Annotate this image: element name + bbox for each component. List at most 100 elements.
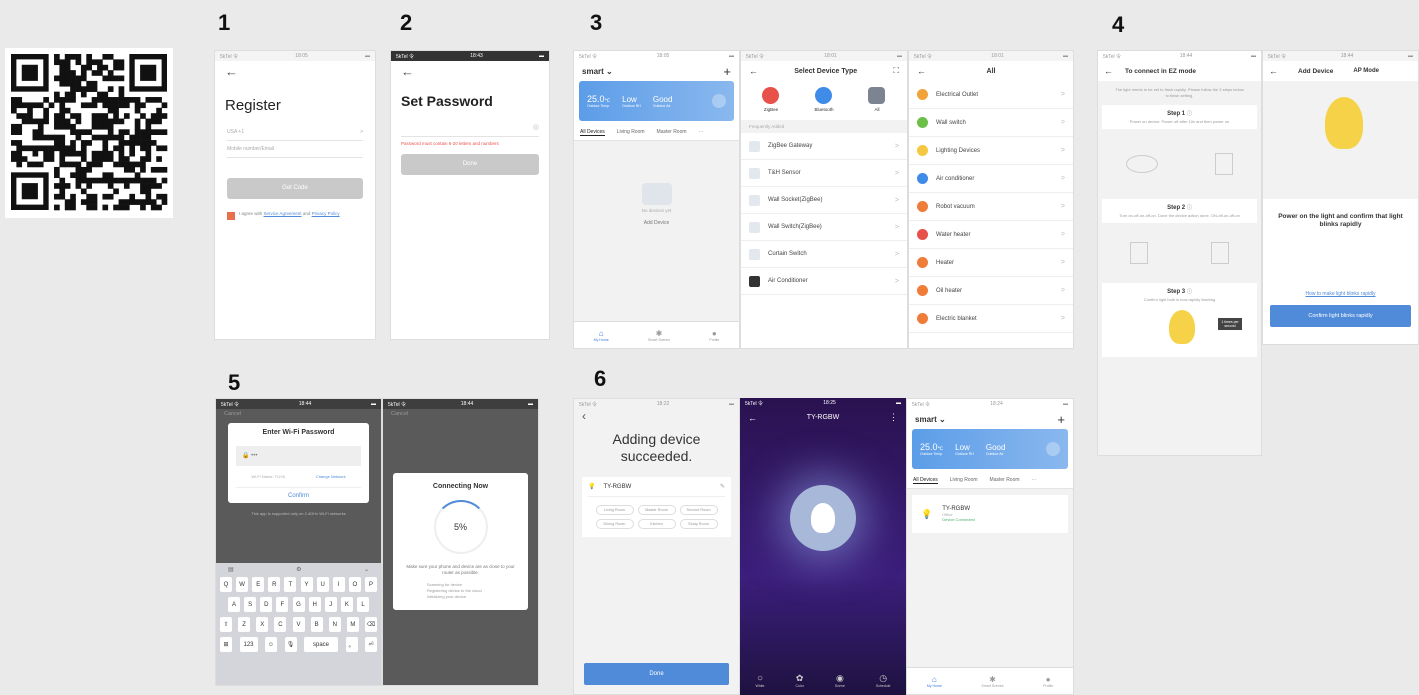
- agree-checkbox[interactable]: [227, 212, 235, 220]
- confirm-blinks-button[interactable]: Confirm light blinks rapidly: [1270, 305, 1411, 327]
- change-network-link[interactable]: Change Network: [316, 474, 346, 479]
- nav-scene[interactable]: ◉ Scene: [835, 673, 845, 688]
- keyboard-key[interactable]: G: [292, 597, 305, 612]
- keyboard-key[interactable]: S: [244, 597, 257, 612]
- device-category-item[interactable]: Electric blanket >: [909, 305, 1073, 333]
- device-category-item[interactable]: Robot vacuum >: [909, 193, 1073, 221]
- menu-icon[interactable]: ⋮: [889, 412, 898, 423]
- keyboard-key[interactable]: D: [260, 597, 273, 612]
- collapse-icon[interactable]: ⌄: [364, 566, 369, 573]
- device-category-item[interactable]: Oil heater >: [909, 277, 1073, 305]
- keyboard-key[interactable]: Q: [220, 577, 232, 592]
- keyboard-tool-icon[interactable]: ▤: [228, 566, 234, 573]
- nav-home[interactable]: ⌂ My Home: [594, 329, 609, 342]
- get-code-button[interactable]: Get Code: [227, 178, 363, 199]
- privacy-policy-link[interactable]: Privacy Policy: [312, 211, 340, 216]
- room-chip[interactable]: Dining Room: [595, 519, 634, 529]
- scan-icon[interactable]: ⛶: [893, 66, 899, 76]
- keyboard-key[interactable]: 🎙: [284, 637, 297, 652]
- keyboard-key[interactable]: R: [268, 577, 281, 592]
- keyboard-key[interactable]: 123: [239, 637, 258, 652]
- keyboard-key[interactable]: A: [228, 597, 240, 612]
- room-chip[interactable]: Study Room: [679, 519, 718, 529]
- device-type-item[interactable]: T&H Sensor >: [741, 160, 907, 187]
- keyboard-key[interactable]: ⇧: [220, 617, 232, 632]
- back-icon[interactable]: ←: [748, 413, 757, 423]
- tab-master-room[interactable]: Master Room: [990, 477, 1020, 484]
- keyboard-key[interactable]: J: [324, 597, 337, 612]
- device-type-item[interactable]: Air Conditioner >: [741, 268, 907, 295]
- protocol-all[interactable]: All: [868, 87, 886, 112]
- tab-master-room[interactable]: Master Room: [657, 129, 687, 136]
- tab-living-room[interactable]: Living Room: [950, 477, 978, 484]
- device-category-item[interactable]: Air conditioner >: [909, 165, 1073, 193]
- keyboard-key[interactable]: C: [274, 617, 287, 632]
- country-selector[interactable]: USA +1 >: [227, 124, 363, 141]
- protocol-zigbee[interactable]: ZigBee: [762, 87, 780, 112]
- tab-living-room[interactable]: Living Room: [617, 129, 645, 136]
- eye-icon[interactable]: ◎: [533, 123, 539, 136]
- keyboard-key[interactable]: H: [308, 597, 321, 612]
- back-icon[interactable]: ←: [1104, 66, 1113, 76]
- keyboard-key[interactable]: space: [304, 637, 338, 652]
- keyboard-key[interactable]: Z: [238, 617, 251, 632]
- keyboard-key[interactable]: M: [346, 617, 359, 632]
- keyboard-key[interactable]: ⊞: [220, 637, 232, 652]
- add-icon[interactable]: +: [723, 64, 731, 79]
- back-icon[interactable]: ←: [1269, 66, 1278, 76]
- keyboard-key[interactable]: O: [348, 577, 361, 592]
- nav-schedule[interactable]: ◷ Schedule: [876, 673, 891, 688]
- device-category-item[interactable]: Electrical Outlet >: [909, 81, 1073, 109]
- help-link[interactable]: How to make light blinks rapidly: [1263, 291, 1418, 297]
- keyboard-key[interactable]: U: [316, 577, 329, 592]
- room-chip[interactable]: Living Room: [595, 505, 634, 515]
- confirm-button[interactable]: Confirm: [236, 487, 361, 499]
- nav-color[interactable]: ✿ Color: [796, 673, 804, 688]
- keyboard-key[interactable]: I: [332, 577, 345, 592]
- password-field[interactable]: 🔒 •••: [236, 446, 361, 466]
- protocol-bluetooth[interactable]: Bluetooth: [814, 87, 833, 112]
- tab-all-devices[interactable]: All Devices: [580, 129, 605, 136]
- device-card[interactable]: 💡 TY-RGBW Office Device Connected: [912, 495, 1068, 533]
- cancel-button[interactable]: Cancel: [383, 409, 538, 419]
- device-type-item[interactable]: Wall Socket(ZigBee) >: [741, 187, 907, 214]
- add-device-button[interactable]: Add Device: [574, 220, 739, 226]
- device-type-item[interactable]: Wall Switch(ZigBee) >: [741, 214, 907, 241]
- back-icon[interactable]: ←: [215, 61, 375, 83]
- room-chip[interactable]: Kitchen: [637, 519, 676, 529]
- keyboard-key[interactable]: 。: [345, 637, 358, 652]
- keyboard-key[interactable]: X: [256, 617, 269, 632]
- nav-home[interactable]: ⌂ My Home: [927, 675, 942, 688]
- home-selector[interactable]: smart ⌄: [582, 67, 613, 76]
- keyboard-key[interactable]: L: [357, 597, 369, 612]
- power-toggle[interactable]: [790, 485, 856, 551]
- keyboard-key[interactable]: B: [310, 617, 323, 632]
- keyboard-key[interactable]: ☺: [265, 637, 277, 652]
- keyboard-key[interactable]: P: [364, 577, 377, 592]
- nav-scenes[interactable]: ✱ Smart Scenes: [648, 329, 670, 342]
- add-icon[interactable]: +: [1057, 412, 1065, 427]
- home-selector[interactable]: smart ⌄: [915, 415, 946, 424]
- nav-scenes[interactable]: ✱ Smart Scenes: [982, 675, 1004, 688]
- device-category-item[interactable]: Heater >: [909, 249, 1073, 277]
- device-category-item[interactable]: Lighting Devices >: [909, 137, 1073, 165]
- device-category-item[interactable]: Wall switch >: [909, 109, 1073, 137]
- device-type-item[interactable]: ZigBee Gateway >: [741, 133, 907, 160]
- back-icon[interactable]: ←: [391, 61, 549, 83]
- keyboard-key[interactable]: W: [236, 577, 249, 592]
- service-agreement-link[interactable]: Service Agreement: [264, 211, 302, 216]
- back-icon[interactable]: ←: [749, 66, 758, 76]
- room-chip[interactable]: Second Room: [679, 505, 718, 515]
- edit-icon[interactable]: ✎: [720, 483, 725, 490]
- keyboard-key[interactable]: ⌫: [365, 617, 377, 632]
- keyboard-key[interactable]: T: [284, 577, 297, 592]
- back-icon[interactable]: ‹: [574, 409, 739, 423]
- keyboard-key[interactable]: Y: [300, 577, 313, 592]
- keyboard-key[interactable]: N: [328, 617, 341, 632]
- nav-profile[interactable]: ● Profile: [1043, 675, 1053, 688]
- ap-mode-button[interactable]: AP Mode: [1353, 68, 1379, 74]
- nav-white[interactable]: ○ White: [756, 673, 765, 688]
- keyboard-key[interactable]: F: [276, 597, 289, 612]
- more-icon[interactable]: ⋯: [699, 129, 704, 136]
- done-button[interactable]: Done: [401, 154, 539, 175]
